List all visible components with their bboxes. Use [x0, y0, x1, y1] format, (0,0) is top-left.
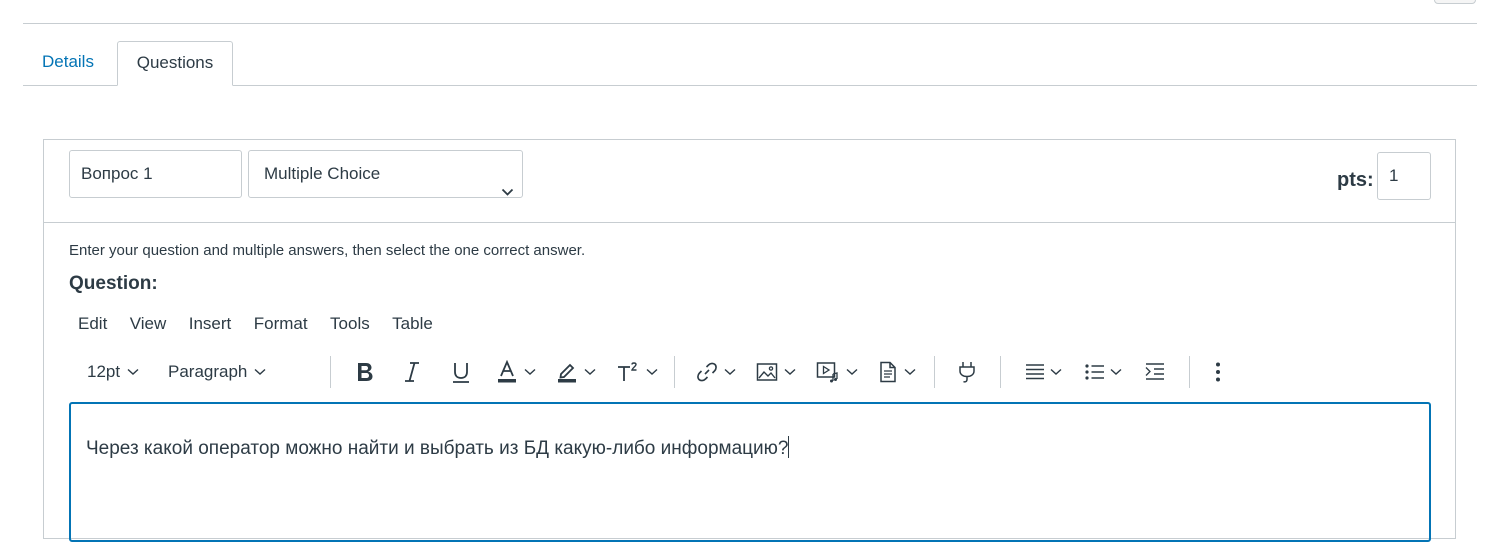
highlight-color-icon — [556, 360, 578, 384]
toolbar-separator — [330, 356, 331, 388]
menu-view[interactable]: View — [122, 310, 175, 338]
more-options-button[interactable] — [1214, 352, 1222, 392]
tab-questions[interactable]: Questions — [117, 41, 233, 86]
superscript-button[interactable] — [616, 352, 658, 392]
menu-tools[interactable]: Tools — [322, 310, 378, 338]
question-type-select[interactable]: Multiple Choice — [248, 150, 523, 198]
align-button[interactable] — [1024, 352, 1062, 392]
top-right-button[interactable] — [1434, 0, 1476, 4]
more-icon — [1214, 361, 1222, 383]
image-button[interactable] — [756, 352, 796, 392]
chevron-down-icon — [1050, 368, 1062, 376]
chevron-down-icon — [904, 368, 916, 376]
document-button[interactable] — [878, 352, 916, 392]
toolbar-separator — [1189, 356, 1190, 388]
tab-details[interactable]: Details — [23, 41, 115, 85]
toolbar-separator — [1000, 356, 1001, 388]
question-instruction: Enter your question and multiple answers… — [69, 242, 586, 259]
question-editor-panel: Вопрос 1 Multiple Choice pts: 1 Enter yo… — [43, 139, 1456, 542]
chevron-down-icon — [254, 368, 266, 376]
chevron-down-icon — [724, 368, 736, 376]
menu-table[interactable]: Table — [384, 310, 441, 338]
toolbar-separator — [934, 356, 935, 388]
bold-icon — [354, 360, 376, 384]
menu-edit[interactable]: Edit — [70, 310, 115, 338]
font-size-value: 12pt — [87, 362, 121, 381]
list-button[interactable] — [1084, 352, 1122, 392]
question-text-editor[interactable]: Через какой оператор можно найти и выбра… — [69, 402, 1431, 542]
toolbar-separator — [674, 356, 675, 388]
editor-toolbar: 12pt Paragraph — [72, 352, 1272, 392]
media-button[interactable] — [816, 352, 858, 392]
text-color-button[interactable] — [496, 352, 536, 392]
question-header: Вопрос 1 Multiple Choice pts: 1 — [44, 140, 1455, 223]
chevron-down-icon — [501, 169, 514, 215]
indent-icon — [1144, 362, 1166, 382]
image-icon — [756, 362, 778, 382]
menu-format[interactable]: Format — [246, 310, 316, 338]
text-caret — [788, 436, 790, 458]
question-label: Question: — [69, 273, 158, 294]
superscript-icon — [616, 360, 642, 384]
highlight-color-button[interactable] — [556, 352, 596, 392]
question-name-input[interactable]: Вопрос 1 — [69, 150, 242, 198]
bold-button[interactable] — [354, 352, 376, 392]
editor-menubar: Edit View Insert Format Tools Table — [70, 310, 443, 338]
menu-insert[interactable]: Insert — [181, 310, 240, 338]
chevron-down-icon — [846, 368, 858, 376]
list-icon — [1084, 362, 1106, 382]
text-color-icon — [496, 360, 518, 384]
indent-button[interactable] — [1144, 352, 1166, 392]
font-size-dropdown[interactable]: 12pt — [87, 352, 139, 392]
tab-bar: Details Questions — [23, 41, 1477, 86]
italic-icon — [402, 360, 422, 384]
block-format-value: Paragraph — [168, 362, 248, 381]
header-divider — [23, 23, 1477, 24]
question-text: Через какой оператор можно найти и выбра… — [86, 438, 789, 459]
link-icon — [696, 361, 718, 383]
chevron-down-icon — [584, 368, 596, 376]
points-label: pts: — [1337, 169, 1374, 191]
editor-content: Через какой оператор можно найти и выбра… — [86, 436, 790, 460]
chevron-down-icon — [127, 368, 139, 376]
document-icon — [878, 361, 898, 383]
chevron-down-icon — [784, 368, 796, 376]
chevron-down-icon — [524, 368, 536, 376]
media-icon — [816, 361, 840, 383]
chevron-down-icon — [1110, 368, 1122, 376]
plugin-icon — [956, 360, 978, 384]
chevron-down-icon — [646, 368, 658, 376]
underline-icon — [450, 360, 472, 384]
link-button[interactable] — [696, 352, 736, 392]
block-format-dropdown[interactable]: Paragraph — [168, 352, 266, 392]
question-type-value: Multiple Choice — [264, 164, 381, 183]
points-input[interactable]: 1 — [1377, 152, 1431, 200]
plugin-button[interactable] — [956, 352, 978, 392]
align-icon — [1024, 362, 1046, 382]
italic-button[interactable] — [402, 352, 422, 392]
underline-button[interactable] — [450, 352, 472, 392]
